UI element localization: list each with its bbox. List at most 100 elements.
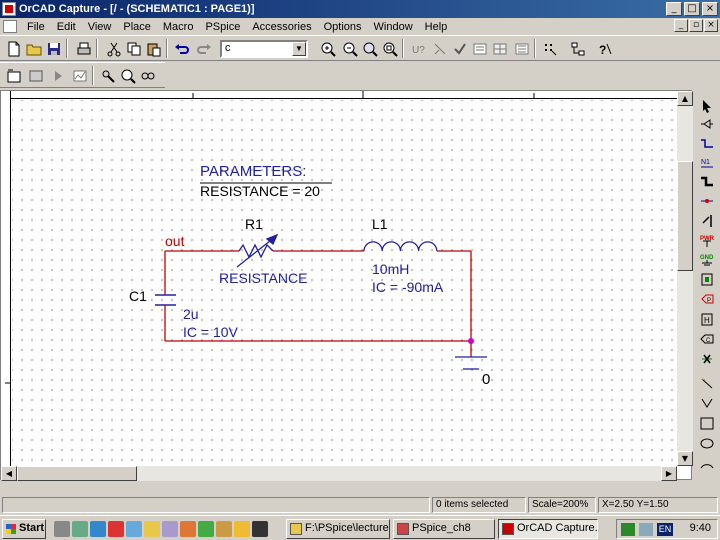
menu-window[interactable]: Window <box>368 21 419 33</box>
bill-of-materials-icon[interactable] <box>512 39 532 58</box>
menu-accessories[interactable]: Accessories <box>246 21 317 33</box>
schematic-window[interactable]: PARAMETERS: RESISTANCE = 20 R1 RESISTANC… <box>0 90 693 481</box>
taskbar-pspice-window[interactable]: PSpice_ch8 <box>393 519 495 539</box>
doc-close-button[interactable]: × <box>704 19 718 32</box>
close-button[interactable]: × <box>702 2 718 16</box>
menu-edit[interactable]: Edit <box>51 21 82 33</box>
doc-minimize-button[interactable]: _ <box>674 19 688 32</box>
c1-reference[interactable]: C1 <box>129 289 147 304</box>
quick-launch-app-icon[interactable] <box>180 521 196 537</box>
current-marker-icon[interactable] <box>118 66 138 85</box>
quick-launch-app-icon[interactable] <box>252 521 268 537</box>
l1-value[interactable]: 10mH <box>372 262 409 277</box>
place-pin-icon[interactable]: H <box>697 310 717 328</box>
place-off-page-connector-icon[interactable]: C <box>697 330 717 348</box>
menu-pspice[interactable]: PSpice <box>199 21 246 33</box>
snap-to-grid-icon[interactable] <box>540 39 560 58</box>
quick-launch-app-icon[interactable] <box>162 521 178 537</box>
zoom-all-icon[interactable] <box>380 39 400 58</box>
menu-help[interactable]: Help <box>419 21 454 33</box>
orcad-app-icon[interactable] <box>2 2 16 16</box>
menu-options[interactable]: Options <box>318 21 368 33</box>
horizontal-scrollbar[interactable]: ◀ ▶ <box>1 466 677 481</box>
taskbar-explorer-window[interactable]: F:\PSpice\lectures <box>286 519 390 539</box>
voltage-marker-icon[interactable] <box>98 66 118 85</box>
view-results-icon[interactable] <box>70 66 90 85</box>
quick-launch-app-icon[interactable] <box>234 521 250 537</box>
c1-value[interactable]: 2u <box>183 307 199 322</box>
quick-launch-app-icon[interactable] <box>72 521 88 537</box>
place-ellipse-icon[interactable] <box>697 434 717 452</box>
menu-macro[interactable]: Macro <box>157 21 200 33</box>
quick-launch-app-icon[interactable] <box>126 521 142 537</box>
place-port-icon[interactable]: P <box>697 290 717 308</box>
doc-restore-button[interactable]: ▫ <box>689 19 703 32</box>
cross-reference-icon[interactable] <box>490 39 510 58</box>
place-text-icon[interactable] <box>697 474 717 480</box>
network-icon[interactable] <box>621 523 635 536</box>
start-button[interactable]: Start <box>2 519 46 539</box>
undo-icon[interactable] <box>172 39 192 58</box>
zoom-out-icon[interactable] <box>340 39 360 58</box>
place-part-icon[interactable] <box>697 115 717 133</box>
quick-launch-app-icon[interactable] <box>216 521 232 537</box>
place-line-icon[interactable] <box>697 374 717 392</box>
zoom-in-icon[interactable] <box>318 39 338 58</box>
new-simulation-icon[interactable] <box>4 66 24 85</box>
cut-icon[interactable] <box>104 39 124 58</box>
document-icon[interactable] <box>3 20 17 33</box>
back-annotate-icon[interactable] <box>430 39 450 58</box>
scroll-up-icon[interactable]: ▲ <box>677 91 693 106</box>
paste-icon[interactable] <box>144 39 164 58</box>
volume-icon[interactable] <box>639 523 653 536</box>
folder-icon[interactable] <box>144 521 160 537</box>
select-arrow-icon[interactable] <box>697 96 717 114</box>
power-marker-icon[interactable] <box>138 66 158 85</box>
drc-icon[interactable] <box>450 39 470 58</box>
c1-initial-condition[interactable]: IC = 10V <box>183 325 238 340</box>
scroll-left-icon[interactable]: ◀ <box>1 466 17 481</box>
ground-label[interactable]: 0 <box>482 372 490 387</box>
open-folder-icon[interactable] <box>24 39 44 58</box>
project-manager-icon[interactable] <box>568 39 588 58</box>
l1-initial-condition[interactable]: IC = -90mA <box>372 280 443 295</box>
new-file-icon[interactable] <box>4 39 24 58</box>
minimize-button[interactable]: _ <box>666 2 682 16</box>
maximize-button[interactable]: □ <box>684 2 700 16</box>
place-net-alias-icon[interactable]: N1 <box>697 153 717 171</box>
place-junction-icon[interactable] <box>697 192 717 210</box>
language-indicator[interactable]: EN <box>657 523 673 536</box>
vertical-scrollbar[interactable]: ▲ ▼ <box>677 91 693 466</box>
save-icon[interactable] <box>44 39 64 58</box>
menu-view[interactable]: View <box>82 21 118 33</box>
show-desktop-icon[interactable] <box>54 521 70 537</box>
edit-simulation-icon[interactable] <box>26 66 46 85</box>
place-hierarchical-block-icon[interactable] <box>697 270 717 288</box>
l1-reference[interactable]: L1 <box>372 217 388 232</box>
run-simulation-icon[interactable] <box>48 66 68 85</box>
place-arc-icon[interactable] <box>697 454 717 472</box>
horizontal-scroll-thumb[interactable] <box>17 466 137 481</box>
internet-explorer-icon[interactable] <box>90 521 106 537</box>
vertical-scroll-thumb[interactable] <box>677 161 693 271</box>
create-netlist-icon[interactable] <box>470 39 490 58</box>
redo-icon[interactable] <box>194 39 214 58</box>
quick-launch-app-icon[interactable] <box>108 521 124 537</box>
zoom-area-icon[interactable] <box>360 39 380 58</box>
scroll-down-icon[interactable]: ▼ <box>677 451 693 466</box>
scroll-right-icon[interactable]: ▶ <box>661 466 677 481</box>
part-combo-input[interactable]: c ▼ <box>220 40 308 58</box>
parameters-title[interactable]: PARAMETERS: <box>200 164 306 179</box>
print-icon[interactable] <box>74 39 94 58</box>
place-rectangle-icon[interactable] <box>697 414 717 432</box>
place-bus-entry-icon[interactable] <box>697 211 717 229</box>
taskbar-orcad-window[interactable]: OrCAD Capture... <box>498 519 598 539</box>
place-ground-icon[interactable]: GND <box>697 250 717 268</box>
place-power-icon[interactable]: PWR <box>697 231 717 249</box>
menu-place[interactable]: Place <box>117 21 157 33</box>
menu-file[interactable]: File <box>21 21 51 33</box>
place-bus-icon[interactable] <box>697 172 717 190</box>
net-alias-out[interactable]: out <box>165 234 184 249</box>
place-no-connect-icon[interactable] <box>697 350 717 368</box>
annotate-icon[interactable]: U? <box>408 39 428 58</box>
